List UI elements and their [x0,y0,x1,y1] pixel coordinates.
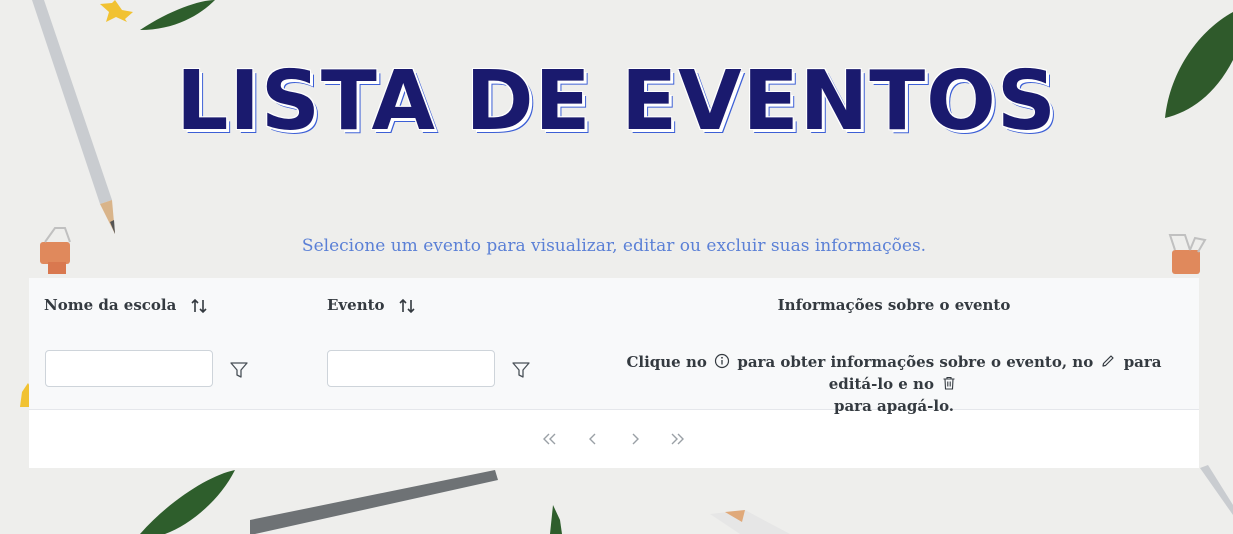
pencil-icon [1102,355,1115,367]
star-decoration [100,0,133,22]
column-header-event[interactable]: Evento [327,278,416,333]
column-label: Evento [327,296,385,314]
angle-double-right-icon[interactable] [667,429,687,449]
column-header-info: Informações sobre o evento [609,278,1179,333]
angle-right-icon[interactable] [625,429,645,449]
event-filter-input[interactable] [327,350,495,387]
pencil-decoration [710,510,790,534]
filter-icon[interactable] [512,361,530,379]
filter-icon[interactable] [230,361,248,379]
trash-icon [943,376,955,390]
filter-row: Clique no para obter informações sobre o… [29,333,1199,415]
column-label: Nome da escola [44,296,177,314]
info-circle-icon [714,353,730,369]
info-instructions: Clique no para obter informações sobre o… [609,351,1179,417]
events-table: Nome da escola Evento Informações sobre … [29,278,1199,468]
leaf-decoration [140,470,235,534]
leaf-decoration [140,0,215,30]
column-header-school-name[interactable]: Nome da escola [44,278,208,333]
pencil-decoration [1200,465,1233,515]
leaf-decoration [550,505,562,534]
info-text-part: Clique no [626,353,707,371]
pencil-decoration [250,470,498,534]
column-label: Informações sobre o evento [777,296,1011,314]
page-subtitle: Selecione um evento para visualizar, edi… [301,236,927,256]
sort-alt-icon[interactable] [190,298,208,314]
angle-left-icon[interactable] [583,429,603,449]
paginator [29,409,1199,468]
angle-double-left-icon[interactable] [540,429,560,449]
school-name-filter-input[interactable] [45,350,213,387]
sort-alt-icon[interactable] [398,298,416,314]
info-text-part: para obter informações sobre o evento, n… [737,353,1094,371]
table-header-row: Nome da escola Evento Informações sobre … [29,278,1199,334]
page-title: LISTA DE EVENTOS [176,54,1057,149]
